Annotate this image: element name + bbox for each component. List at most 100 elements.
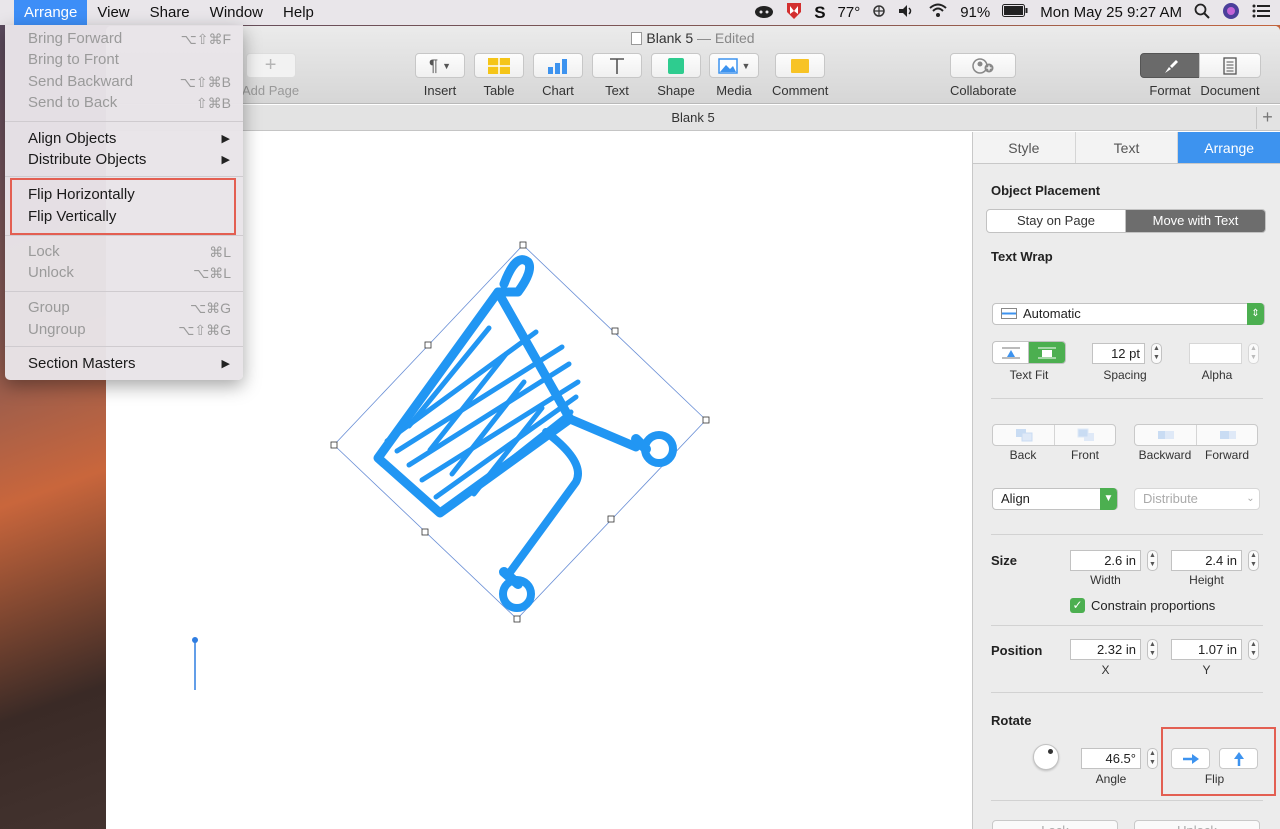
menu-item-unlock[interactable]: Unlock ⌥⌘L: [5, 262, 243, 284]
collaborate-button[interactable]: Collaborate: [950, 53, 1017, 98]
fit-bounds-option[interactable]: [1029, 342, 1065, 363]
move-with-text-option[interactable]: Move with Text: [1126, 210, 1265, 232]
object-placement-title: Object Placement: [991, 183, 1101, 198]
format-button[interactable]: Format: [1140, 53, 1200, 98]
forward-button[interactable]: [1197, 425, 1258, 445]
menu-item-bring-forward[interactable]: Bring Forward ⌥⇧⌘F: [5, 28, 243, 50]
backward-forward-control: [1134, 424, 1258, 446]
y-label: Y: [1202, 663, 1211, 677]
x-position-stepper[interactable]: ▲ ▼: [1147, 639, 1158, 660]
s-app-icon[interactable]: S: [814, 3, 825, 23]
bring-forward-icon: [1219, 431, 1236, 439]
shopping-cart-icon[interactable]: [373, 255, 677, 612]
chevron-down-icon: ⌄: [1246, 493, 1255, 504]
network-icon[interactable]: [872, 4, 886, 22]
menu-item-align-objects[interactable]: Align Objects ▶: [5, 128, 243, 150]
tab-document[interactable]: Blank 5: [671, 110, 714, 125]
cloud-icon[interactable]: [754, 3, 774, 23]
spacing-stepper[interactable]: ▲ ▼: [1151, 343, 1162, 364]
tab-style[interactable]: Style: [973, 132, 1076, 163]
lock-button[interactable]: Lock: [992, 820, 1118, 829]
angle-field[interactable]: 46.5°: [1081, 748, 1141, 769]
align-popup[interactable]: Align ▼: [992, 488, 1118, 510]
menu-share[interactable]: Share: [140, 0, 200, 25]
add-page-button[interactable]: + Add Page: [242, 53, 299, 98]
text-wrap-popup[interactable]: Automatic ⇕: [992, 303, 1265, 325]
chart-icon: [548, 58, 567, 74]
table-button[interactable]: Table: [474, 53, 524, 98]
angle-label: Angle: [1095, 772, 1127, 786]
width-field[interactable]: 2.6 in: [1070, 550, 1141, 571]
temperature-readout[interactable]: 77°: [838, 4, 861, 21]
selection-handle[interactable]: [421, 528, 429, 536]
menu-item-ungroup[interactable]: Ungroup ⌥⇧⌘G: [5, 319, 243, 341]
rotate-dial[interactable]: [1033, 744, 1059, 770]
text-button[interactable]: Text: [592, 53, 642, 98]
spacing-field[interactable]: 12 pt: [1092, 343, 1145, 364]
chevron-updown-icon: ⇕: [1247, 303, 1264, 325]
alpha-label: Alpha: [1201, 368, 1233, 382]
menu-item-distribute-objects[interactable]: Distribute Objects ▶: [5, 149, 243, 171]
x-position-field[interactable]: 2.32 in: [1070, 639, 1141, 660]
paragraph-icon: ¶: [428, 55, 439, 75]
front-button[interactable]: [1055, 425, 1116, 445]
selection-handle[interactable]: [702, 416, 710, 424]
menu-item-section-masters[interactable]: Section Masters ▶: [5, 353, 243, 375]
alpha-stepper[interactable]: ▲ ▼: [1248, 343, 1259, 364]
media-button[interactable]: ▼ Media: [709, 53, 759, 98]
siri-icon[interactable]: [1222, 2, 1240, 24]
y-position-stepper[interactable]: ▲ ▼: [1248, 639, 1259, 660]
height-field[interactable]: 2.4 in: [1171, 550, 1242, 571]
distribute-popup[interactable]: Distribute ⌄: [1134, 488, 1260, 510]
front-label: Front: [1070, 448, 1099, 462]
height-stepper[interactable]: ▲ ▼: [1248, 550, 1259, 571]
selection-handle[interactable]: [513, 615, 521, 623]
selection-handle[interactable]: [424, 341, 432, 349]
object-placement-control: Stay on Page Move with Text: [986, 209, 1266, 233]
menu-item-bring-to-front[interactable]: Bring to Front: [5, 49, 243, 71]
menu-item-lock[interactable]: Lock ⌘L: [5, 241, 243, 263]
document-button[interactable]: Document: [1199, 53, 1261, 98]
menubar-clock[interactable]: Mon May 25 9:27 AM: [1040, 4, 1182, 21]
selection-handle[interactable]: [519, 241, 527, 249]
angle-stepper[interactable]: ▲ ▼: [1147, 748, 1158, 769]
wifi-icon[interactable]: [928, 3, 948, 22]
menu-arrange[interactable]: Arrange: [14, 0, 88, 25]
fit-contour-option[interactable]: [993, 342, 1030, 363]
battery-icon[interactable]: [1002, 4, 1028, 21]
width-stepper[interactable]: ▲ ▼: [1147, 550, 1158, 571]
notification-center-icon[interactable]: [1252, 4, 1270, 22]
menu-item-send-to-back[interactable]: Send to Back ⇧⌘B: [5, 92, 243, 114]
chevron-down-icon: ▼: [1100, 488, 1117, 510]
y-position-field[interactable]: 1.07 in: [1171, 639, 1242, 660]
menu-item-group[interactable]: Group ⌥⌘G: [5, 297, 243, 319]
comment-button[interactable]: Comment: [772, 53, 828, 98]
backward-label: Backward: [1138, 448, 1192, 462]
tab-arrange[interactable]: Arrange: [1178, 132, 1280, 163]
menu-window[interactable]: Window: [200, 0, 273, 25]
insert-button[interactable]: ¶ ▼ Insert: [415, 53, 465, 98]
unlock-button[interactable]: Unlock: [1134, 820, 1260, 829]
shape-button[interactable]: Shape: [651, 53, 701, 98]
backward-button[interactable]: [1135, 425, 1197, 445]
battery-percent[interactable]: 91%: [960, 4, 990, 21]
menu-help[interactable]: Help: [273, 0, 324, 25]
volume-icon[interactable]: [898, 4, 916, 22]
stay-on-page-option[interactable]: Stay on Page: [987, 210, 1126, 232]
selection-handle[interactable]: [607, 515, 615, 523]
tab-text[interactable]: Text: [1075, 132, 1179, 163]
constrain-proportions-checkbox[interactable]: ✓: [1070, 598, 1085, 613]
chart-button[interactable]: Chart: [533, 53, 583, 98]
document-icon: [1223, 56, 1237, 75]
menu-item-send-backward[interactable]: Send Backward ⌥⇧⌘B: [5, 71, 243, 93]
spotlight-search-icon[interactable]: [1194, 3, 1210, 23]
back-button[interactable]: [993, 425, 1055, 445]
selection-handle[interactable]: [611, 327, 619, 335]
menu-view[interactable]: View: [87, 0, 139, 25]
constrain-proportions-label: Constrain proportions: [1091, 598, 1216, 613]
alpha-field[interactable]: [1189, 343, 1242, 364]
mcafee-shield-icon[interactable]: [786, 2, 802, 24]
position-title: Position: [991, 643, 1043, 658]
new-tab-button[interactable]: +: [1256, 107, 1278, 129]
selection-handle[interactable]: [330, 441, 338, 449]
